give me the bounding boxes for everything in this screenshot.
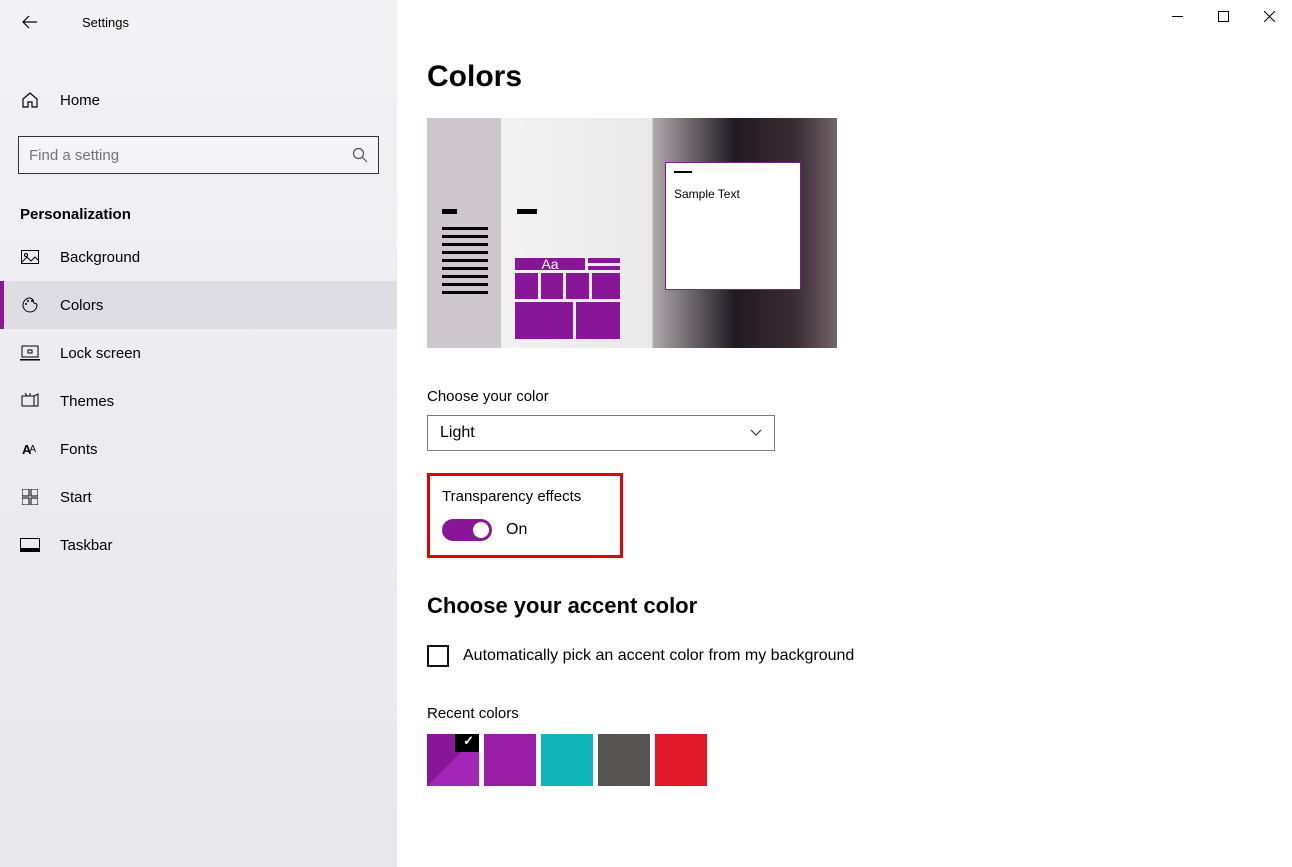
start-icon [20,487,40,507]
sidebar-item-taskbar[interactable]: Taskbar [0,521,397,569]
chevron-down-icon [750,429,762,437]
themes-icon [20,391,40,411]
content-area: Colors Aa Sample Text Choose your color [397,0,1292,867]
window-controls [1154,0,1292,32]
home-icon [20,90,40,110]
nav-label: Themes [60,393,114,410]
sidebar-item-lock-screen[interactable]: Lock screen [0,329,397,377]
sidebar-item-themes[interactable]: Themes [0,377,397,425]
transparency-toggle[interactable] [442,519,492,541]
titlebar: Settings [0,0,397,44]
sidebar-item-fonts[interactable]: AA Fonts [0,425,397,473]
fonts-icon: AA [20,439,40,459]
preview-sample-text: Sample Text [674,187,792,201]
page-title: Colors [427,60,1292,94]
recent-colors-label: Recent colors [427,705,1292,722]
recent-colors-row [427,734,1292,786]
color-swatch[interactable] [655,734,707,786]
minimize-icon [1172,11,1183,22]
preview-sample-window: Sample Text [665,162,801,290]
search-icon [352,147,368,163]
back-button[interactable] [18,10,42,34]
color-preview: Aa Sample Text [427,118,837,348]
color-swatch[interactable] [598,734,650,786]
palette-icon [20,295,40,315]
nav-label: Start [60,489,92,506]
preview-aa: Aa [541,256,558,272]
sidebar-item-colors[interactable]: Colors [0,281,397,329]
maximize-button[interactable] [1200,0,1246,32]
app-title: Settings [82,15,129,30]
sidebar-item-background[interactable]: Background [0,233,397,281]
sidebar-section-header: Personalization [0,186,397,233]
maximize-icon [1218,11,1229,22]
color-swatch[interactable] [541,734,593,786]
picture-icon [20,247,40,267]
sidebar-item-start[interactable]: Start [0,473,397,521]
back-arrow-icon [22,14,38,30]
lock-screen-icon [20,343,40,363]
dropdown-value: Light [440,424,475,442]
auto-accent-label: Automatically pick an accent color from … [463,647,854,665]
close-button[interactable] [1246,0,1292,32]
nav-label: Taskbar [60,537,113,554]
color-mode-dropdown[interactable]: Light [427,415,775,451]
search-input[interactable] [29,147,352,164]
color-swatch[interactable] [427,734,479,786]
auto-accent-checkbox[interactable] [427,645,449,667]
nav-label: Fonts [60,441,98,458]
taskbar-icon [20,535,40,555]
transparency-label: Transparency effects [442,488,608,505]
sidebar-item-home[interactable]: Home [0,76,397,124]
search-box[interactable] [18,136,379,174]
transparency-state: On [506,521,527,539]
color-swatch[interactable] [484,734,536,786]
nav-label: Background [60,249,140,266]
preview-start-menu: Aa [442,209,620,339]
close-icon [1264,11,1275,22]
nav-label: Colors [60,297,103,314]
home-label: Home [60,92,100,109]
sidebar: Settings Home Personalization Background… [0,0,397,867]
transparency-highlight: Transparency effects On [427,473,623,558]
nav-label: Lock screen [60,345,141,362]
auto-accent-checkbox-row[interactable]: Automatically pick an accent color from … [427,645,1292,667]
accent-section-title: Choose your accent color [427,593,1292,619]
minimize-button[interactable] [1154,0,1200,32]
choose-color-label: Choose your color [427,388,1292,405]
